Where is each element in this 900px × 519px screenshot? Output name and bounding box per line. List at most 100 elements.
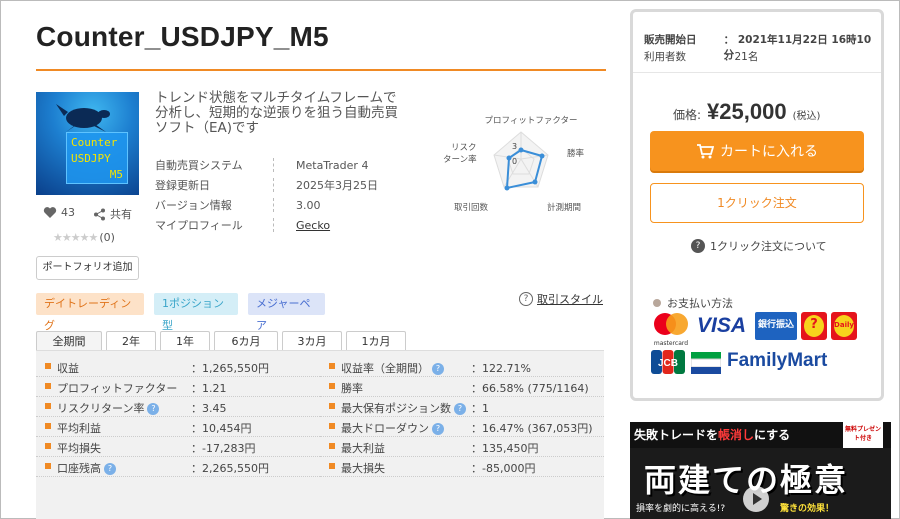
jcb-icon: JCB	[651, 350, 685, 374]
spec-row-profile: マイプロフィール Gecko	[155, 218, 331, 232]
product-description: トレンド状態をマルチタイムフレームで分析し、短期的な逆張りを狙う自動売買ソフト（…	[155, 90, 398, 136]
radar-scale-top: 3	[512, 142, 517, 151]
familymart-logo-icon	[690, 352, 722, 374]
bank-transfer-icon: 銀行振込	[755, 312, 797, 340]
radar-label-period: 計測期間	[547, 202, 581, 213]
play-icon[interactable]	[743, 486, 769, 512]
stat-row: 勝率 ：66.58% (775/1164)	[320, 377, 604, 397]
tag-major-pair[interactable]: メジャーペア	[248, 293, 325, 332]
stat-row: 平均損失 ：-17,283円	[36, 437, 320, 457]
profile-link[interactable]: Gecko	[296, 219, 330, 232]
stat-row: リスクリターン率? ：3.45	[36, 397, 320, 417]
help-icon[interactable]: ?	[454, 403, 466, 415]
cart-label: カートに入れる	[720, 144, 818, 160]
stat-row: 平均利益 ：10,454円	[36, 417, 320, 437]
heart-icon	[43, 207, 57, 218]
stat-row: 収益率（全期間）? ：122.71%	[320, 357, 604, 377]
tab-1-month[interactable]: 1カ月	[346, 331, 406, 351]
one-click-help-label: 1クリック注文について	[710, 240, 827, 253]
like-count: 43	[61, 206, 75, 219]
radar-label-risk-1: リスク	[451, 143, 477, 153]
tab-1-year[interactable]: 1年	[160, 331, 210, 351]
tag-day-trading[interactable]: デイトレーディング	[36, 293, 144, 332]
radar-label-profit-factor: プロフィットファクター	[485, 116, 578, 126]
radar-scale-mid: 0	[512, 157, 517, 166]
svg-text:JCB: JCB	[658, 358, 678, 369]
share-label: 共有	[110, 208, 132, 221]
tab-all-period[interactable]: 全期間	[36, 331, 102, 351]
users-value: ：21名	[724, 51, 759, 63]
spec-row-system: 自動売買システム MetaTrader 4	[155, 158, 369, 172]
promo-banner[interactable]: 失敗トレードを帳消しにする 無料プレゼント付き 両建ての極意 損率を劇的に高える…	[630, 422, 891, 519]
visa-icon: VISA	[697, 314, 747, 337]
tab-6-months[interactable]: 6カ月	[214, 331, 278, 351]
spec-row-version: バージョン情報 3.00	[155, 198, 321, 212]
help-circle-icon: ?	[691, 239, 705, 253]
stat-row: プロフィットファクター ：1.21	[36, 377, 320, 397]
banner-sub-text-2: 驚きの効果！	[780, 504, 835, 514]
period-tabs: 全期間 2年 1年 6カ月 3カ月 1カ月	[36, 331, 410, 351]
review-count: (0)	[99, 231, 115, 244]
share-button[interactable]: 共有	[93, 206, 132, 222]
price-block: 価格: ¥25,000 (税込)	[673, 99, 820, 125]
stats-left-column: 収益 ：1,265,550円 プロフィットファクター ：1.21 リスクリターン率?…	[36, 357, 320, 477]
stat-row: 収益 ：1,265,550円	[36, 357, 320, 377]
price-amount: ¥25,000	[707, 99, 787, 124]
tax-label: (税込)	[792, 111, 821, 122]
trade-style-link[interactable]: ? 取引スタイル	[519, 291, 603, 307]
product-title: Counter_USDJPY_M5	[36, 21, 329, 52]
add-to-cart-button[interactable]: カートに入れる	[650, 131, 864, 171]
help-icon[interactable]: ?	[104, 463, 116, 475]
sea-turtle-image	[56, 104, 110, 132]
one-click-help-link[interactable]: ? 1クリック注文について	[691, 238, 827, 254]
free-gift-badge: 無料プレゼント付き	[843, 422, 883, 448]
radar-label-trades: 取引回数	[454, 202, 489, 213]
stats-right-column: 収益率（全期間）? ：122.71% 勝率 ：66.58% (775/1164) 最…	[320, 357, 604, 477]
help-icon[interactable]: ?	[432, 363, 444, 375]
title-underline	[36, 69, 606, 71]
stat-row: 最大利益 ：135,450円	[320, 437, 604, 457]
trade-style-label: 取引スタイル	[537, 293, 603, 306]
daily-yamazaki-icon: Daily	[831, 312, 857, 340]
performance-radar-chart: プロフィットファクター 勝率 計測期間 取引回数 リスク ターン率 3 0	[443, 116, 585, 213]
stat-row: 口座残高? ：2,265,550円	[36, 457, 320, 477]
users-label: 利用者数	[644, 51, 686, 63]
divider	[633, 72, 881, 73]
spec-row-updated: 登録更新日 2025年3月25日	[155, 178, 378, 192]
price-label: 価格:	[673, 108, 702, 122]
spec-list: 自動売買システム MetaTrader 4 登録更新日 2025年3月25日 バージ…	[155, 155, 378, 235]
help-circle-icon: ?	[519, 292, 533, 306]
tag-single-position[interactable]: 1ポジション型	[154, 293, 238, 332]
stats-panel: 収益 ：1,265,550円 プロフィットファクター ：1.21 リスクリターン率?…	[36, 350, 604, 519]
tab-3-months[interactable]: 3カ月	[282, 331, 342, 351]
thumb-line-2: USDJPY	[71, 152, 111, 165]
like-button[interactable]: 43	[43, 206, 75, 219]
rating-stars: ★★★★★ (0)	[53, 231, 115, 244]
stat-row: 最大損失 ：-85,000円	[320, 457, 604, 477]
share-icon	[94, 208, 105, 220]
cart-icon	[697, 144, 714, 159]
tab-2-years[interactable]: 2年	[106, 331, 156, 351]
thumb-line-3: M5	[109, 168, 123, 181]
thumbnail-label-box: Counter USDJPY M5	[66, 132, 128, 184]
page-frame: Counter_USDJPY_M5 Counter USDJPY M5 43 共…	[0, 0, 900, 519]
thumb-line-1: Counter	[71, 136, 118, 149]
radar-label-risk-2: ターン率	[443, 154, 477, 165]
one-click-order-button[interactable]: 1クリック注文	[650, 183, 864, 223]
radar-label-win-rate: 勝率	[567, 148, 585, 159]
purchase-sidebar: 販売開始日 ： 2021年11月22日 16時10分 利用者数 ：21名 価格: ¥…	[630, 9, 884, 401]
help-icon[interactable]: ?	[432, 423, 444, 435]
familymart-text: FamilyMart	[727, 350, 828, 371]
payment-methods-title: お支払い方法	[653, 295, 733, 311]
banner-sub-text: 損率を劇的に高える!?	[636, 504, 726, 514]
sale-start-label: 販売開始日	[644, 34, 697, 46]
bullet-dot-icon	[653, 299, 661, 307]
add-portfolio-button[interactable]: ポートフォリオ追加	[36, 256, 139, 280]
product-thumbnail[interactable]: Counter USDJPY M5	[36, 92, 139, 195]
help-icon[interactable]: ?	[147, 403, 160, 415]
d-payment-icon: ?	[801, 312, 827, 340]
sale-start-value: ： 2021年11月22日 16時10分	[723, 34, 872, 61]
mastercard-icon: mastercard	[651, 312, 691, 347]
sale-meta: 販売開始日 ： 2021年11月22日 16時10分 利用者数 ：21名	[644, 32, 881, 66]
stat-row: 最大ドローダウン? ：16.47% (367,053円)	[320, 417, 604, 437]
